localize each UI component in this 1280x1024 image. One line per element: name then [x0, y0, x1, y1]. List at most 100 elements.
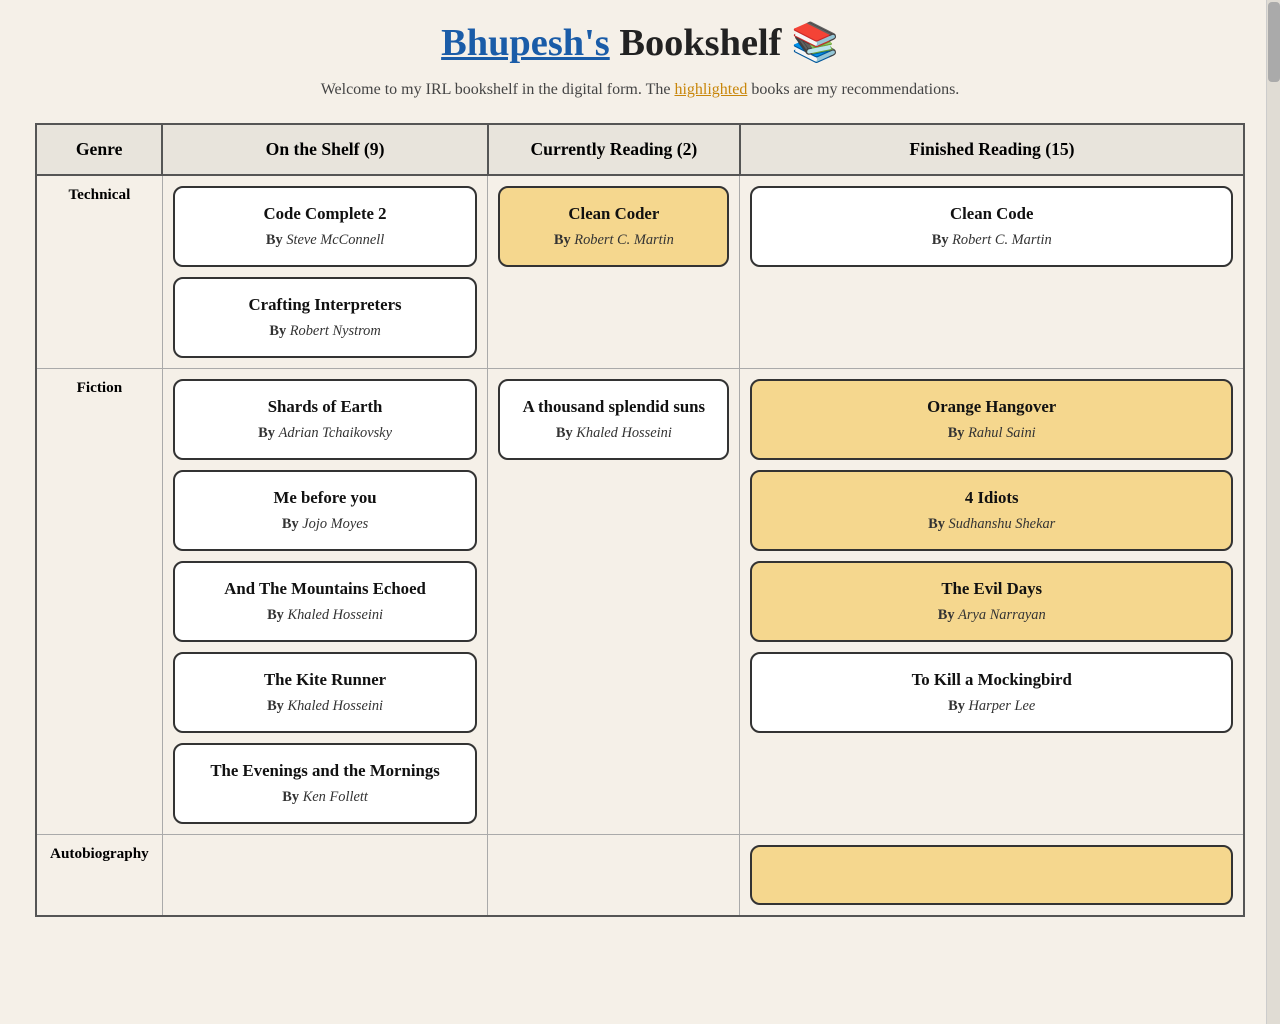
author-name: Jojo Moyes	[302, 516, 368, 532]
book-author: By Khaled Hosseini	[195, 607, 456, 624]
author-name: Robert Nystrom	[290, 323, 381, 339]
book-author: By Robert C. Martin	[520, 232, 707, 249]
by-label: By	[258, 425, 278, 441]
by-label: By	[928, 516, 948, 532]
author-name: Khaled Hosseini	[287, 607, 383, 623]
reading-cell	[488, 835, 740, 917]
book-title: 4 Idiots	[772, 488, 1211, 508]
author-name: Khaled Hosseini	[287, 698, 383, 714]
bookshelf-table: Genre On the Shelf (9) Currently Reading…	[35, 123, 1245, 917]
finished-cell	[740, 835, 1244, 917]
book-author: By Rahul Saini	[772, 425, 1211, 442]
title-rest: Bookshelf 📚	[610, 22, 839, 64]
book-title: And The Mountains Echoed	[195, 579, 456, 599]
table-row: Technical Code Complete 2 By Steve McConne…	[36, 175, 1244, 369]
header-finished: Finished Reading (15)	[740, 124, 1244, 175]
subtitle: Welcome to my IRL bookshelf in the digit…	[35, 81, 1245, 99]
book-card: Code Complete 2 By Steve McConnell	[173, 186, 478, 267]
book-author: By Khaled Hosseini	[520, 425, 707, 442]
author-name: Steve McConnell	[286, 232, 384, 248]
table-row: Autobiography	[36, 835, 1244, 917]
genre-cell: Autobiography	[36, 835, 162, 917]
author-name: Adrian Tchaikovsky	[279, 425, 392, 441]
by-label: By	[948, 698, 968, 714]
author-name: Ken Follett	[303, 789, 368, 805]
author-name: Robert C. Martin	[574, 232, 674, 248]
book-title: A thousand splendid suns	[520, 397, 707, 417]
title-link[interactable]: Bhupesh's	[441, 22, 610, 64]
book-card: Clean Coder By Robert C. Martin	[498, 186, 729, 267]
by-label: By	[932, 232, 952, 248]
by-label: By	[267, 607, 287, 623]
book-card	[750, 845, 1233, 905]
by-label: By	[938, 607, 958, 623]
book-author: By Arya Narrayan	[772, 607, 1211, 624]
book-title: The Kite Runner	[195, 670, 456, 690]
author-name: Khaled Hosseini	[576, 425, 672, 441]
author-name: Robert C. Martin	[952, 232, 1052, 248]
book-title: Clean Code	[772, 204, 1211, 224]
author-name: Harper Lee	[969, 698, 1036, 714]
book-card: 4 Idiots By Sudhanshu Shekar	[750, 470, 1233, 551]
book-card: Orange Hangover By Rahul Saini	[750, 379, 1233, 460]
book-title: Clean Coder	[520, 204, 707, 224]
book-card: Shards of Earth By Adrian Tchaikovsky	[173, 379, 478, 460]
by-label: By	[266, 232, 286, 248]
author-name: Rahul Saini	[968, 425, 1036, 441]
shelf-cell: Code Complete 2 By Steve McConnell Craftin…	[162, 175, 488, 369]
subtitle-after: books are my recommendations.	[747, 81, 959, 98]
scrollbar[interactable]	[1266, 0, 1280, 1024]
finished-cell: Orange Hangover By Rahul Saini 4 Idiots By …	[740, 369, 1244, 835]
book-title: Me before you	[195, 488, 456, 508]
book-title: Orange Hangover	[772, 397, 1211, 417]
by-label: By	[282, 789, 302, 805]
page-title: Bhupesh's Bookshelf 📚	[35, 20, 1245, 65]
by-label: By	[948, 425, 968, 441]
by-label: By	[267, 698, 287, 714]
author-name: Arya Narrayan	[958, 607, 1046, 623]
by-label: By	[269, 323, 289, 339]
reading-cell: Clean Coder By Robert C. Martin	[488, 175, 740, 369]
book-title: Crafting Interpreters	[195, 295, 456, 315]
subtitle-highlighted: highlighted	[674, 81, 747, 98]
reading-cell: A thousand splendid suns By Khaled Hossei…	[488, 369, 740, 835]
header-shelf: On the Shelf (9)	[162, 124, 488, 175]
genre-cell: Technical	[36, 175, 162, 369]
book-card: The Kite Runner By Khaled Hosseini	[173, 652, 478, 733]
header-genre: Genre	[36, 124, 162, 175]
table-header-row: Genre On the Shelf (9) Currently Reading…	[36, 124, 1244, 175]
book-author: By Steve McConnell	[195, 232, 456, 249]
book-card: The Evil Days By Arya Narrayan	[750, 561, 1233, 642]
book-card: The Evenings and the MorningsBy Ken Foll…	[173, 743, 478, 824]
shelf-cell: Shards of Earth By Adrian Tchaikovsky Me b…	[162, 369, 488, 835]
subtitle-before: Welcome to my IRL bookshelf in the digit…	[321, 81, 675, 98]
book-card: And The Mountains Echoed By Khaled Hossei…	[173, 561, 478, 642]
shelf-cell	[162, 835, 488, 917]
book-author: By Ken Follett	[195, 789, 456, 806]
book-card: Clean Code By Robert C. Martin	[750, 186, 1233, 267]
by-label: By	[554, 232, 574, 248]
book-title: The Evil Days	[772, 579, 1211, 599]
by-label: By	[556, 425, 576, 441]
book-card: A thousand splendid suns By Khaled Hossei…	[498, 379, 729, 460]
book-author: By Khaled Hosseini	[195, 698, 456, 715]
book-author: By Jojo Moyes	[195, 516, 456, 533]
book-author: By Adrian Tchaikovsky	[195, 425, 456, 442]
finished-cell: Clean Code By Robert C. Martin	[740, 175, 1244, 369]
book-author: By Harper Lee	[772, 698, 1211, 715]
book-title: Code Complete 2	[195, 204, 456, 224]
page-wrapper: Bhupesh's Bookshelf 📚 Welcome to my IRL …	[35, 0, 1245, 937]
header-reading: Currently Reading (2)	[488, 124, 740, 175]
book-author: By Robert C. Martin	[772, 232, 1211, 249]
book-card: To Kill a Mockingbird By Harper Lee	[750, 652, 1233, 733]
genre-cell: Fiction	[36, 369, 162, 835]
author-name: Sudhanshu Shekar	[949, 516, 1056, 532]
book-card: Crafting Interpreters By Robert Nystrom	[173, 277, 478, 358]
book-title: To Kill a Mockingbird	[772, 670, 1211, 690]
book-author: By Sudhanshu Shekar	[772, 516, 1211, 533]
book-author: By Robert Nystrom	[195, 323, 456, 340]
table-row: Fiction Shards of Earth By Adrian Tchaikov…	[36, 369, 1244, 835]
book-title: Shards of Earth	[195, 397, 456, 417]
scrollbar-thumb[interactable]	[1268, 2, 1280, 82]
by-label: By	[282, 516, 302, 532]
